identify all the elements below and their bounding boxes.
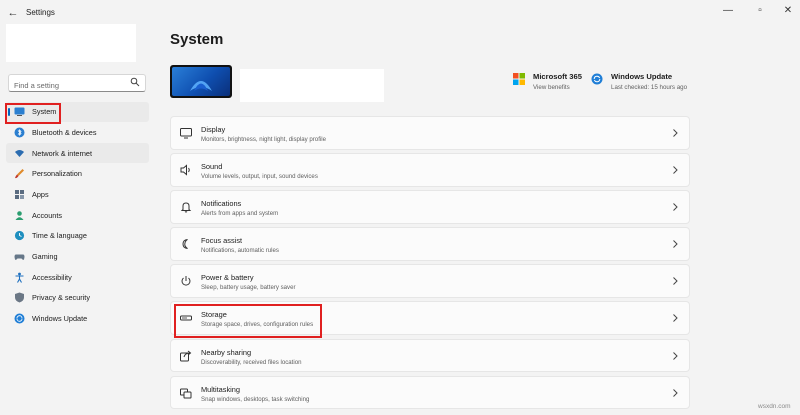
bell-icon <box>180 202 192 213</box>
sidebar-item-label: Apps <box>32 190 49 199</box>
sidebar-item-label: Accessibility <box>32 272 72 282</box>
person-icon <box>14 210 25 221</box>
sidebar-item-accessibility[interactable]: Accessibility <box>6 268 149 288</box>
selection-indicator <box>8 108 10 116</box>
bluetooth-icon <box>14 127 25 138</box>
sidebar-item-personalization[interactable]: Personalization <box>6 164 149 184</box>
setting-power-battery[interactable]: Power & battery Sleep, battery usage, ba… <box>170 264 690 298</box>
setting-sound[interactable]: Sound Volume levels, output, input, soun… <box>170 153 690 187</box>
power-icon <box>181 276 191 286</box>
setting-subtitle: Discoverability, received files location <box>201 358 302 366</box>
gamepad-icon <box>14 251 25 262</box>
setting-title: Storage <box>201 310 227 320</box>
moon-icon <box>182 239 188 250</box>
setting-multitasking[interactable]: Multitasking Snap windows, desktops, tas… <box>170 375 690 410</box>
globe-clock-icon <box>14 230 25 241</box>
setting-subtitle: Snap windows, desktops, task switching <box>201 395 310 403</box>
setting-subtitle: Storage space, drives, configuration rul… <box>201 321 314 329</box>
search-input[interactable] <box>9 77 126 94</box>
settings-list: Display Monitors, brightness, night ligh… <box>170 116 690 413</box>
chevron-right-icon <box>673 129 678 137</box>
chevron-right-icon <box>673 166 678 174</box>
sidebar-item-label: Personalization <box>32 169 82 179</box>
search-box[interactable] <box>8 74 146 94</box>
promo-subtitle: Last checked: 15 hours ago <box>611 84 688 91</box>
setting-title: Focus assist <box>201 236 243 246</box>
storage-drive-icon <box>180 315 192 321</box>
sidebar-item-label: Privacy & security <box>32 293 90 303</box>
setting-display[interactable]: Display Monitors, brightness, night ligh… <box>170 116 690 150</box>
sidebar-item-label: System <box>32 107 57 117</box>
sync-icon <box>591 73 603 85</box>
setting-storage[interactable]: Storage Storage space, drives, configura… <box>170 301 690 335</box>
promo-title: Microsoft 365 <box>533 72 582 81</box>
system-monitor-icon <box>14 106 25 117</box>
chevron-right-icon <box>673 277 678 286</box>
display-icon <box>180 128 192 139</box>
speaker-icon <box>180 164 190 176</box>
sidebar-item-gaming[interactable]: Gaming <box>6 247 149 267</box>
sidebar-item-label: Network & internet <box>32 148 93 158</box>
setting-title: Nearby sharing <box>201 347 252 357</box>
microsoft-logo-icon <box>513 73 525 85</box>
sidebar-item-windows-update[interactable]: Windows Update <box>6 309 149 329</box>
setting-title: Sound <box>201 162 223 172</box>
sidebar-item-label: Accounts <box>32 210 63 220</box>
setting-title: Notifications <box>201 199 242 209</box>
device-thumbnail <box>170 65 232 98</box>
setting-focus-assist[interactable]: Focus assist Notifications, automatic ru… <box>170 227 690 261</box>
multitasking-icon <box>180 388 192 399</box>
close-button[interactable]: ✕ <box>776 2 800 20</box>
sidebar-item-network[interactable]: Network & internet <box>6 143 149 163</box>
device-name-card <box>240 69 384 102</box>
search-icon[interactable] <box>130 77 140 87</box>
sidebar-item-privacy-security[interactable]: Privacy & security <box>6 288 149 308</box>
setting-notifications[interactable]: Notifications Alerts from apps and syste… <box>170 190 690 224</box>
account-card[interactable] <box>6 24 136 62</box>
setting-nearby-sharing[interactable]: Nearby sharing Discoverability, received… <box>170 338 690 373</box>
back-arrow-icon[interactable]: ← <box>6 6 20 20</box>
setting-title: Display <box>201 125 226 134</box>
setting-subtitle: Volume levels, output, input, sound devi… <box>201 173 318 181</box>
setting-subtitle: Alerts from apps and system <box>201 210 279 218</box>
setting-title: Multitasking <box>201 384 241 394</box>
apps-icon <box>14 189 25 200</box>
sidebar-item-bluetooth[interactable]: Bluetooth & devices <box>6 123 149 143</box>
chevron-right-icon <box>673 351 678 360</box>
chevron-right-icon <box>673 240 678 249</box>
setting-title: Power & battery <box>201 273 254 283</box>
shield-icon <box>14 292 25 303</box>
sidebar-nav: System Bluetooth & devices Network & int… <box>6 102 149 330</box>
share-icon <box>180 350 192 362</box>
chevron-right-icon <box>673 314 678 323</box>
page-title: System <box>170 31 224 48</box>
promo-title: Windows Update <box>611 72 673 81</box>
sidebar-item-apps[interactable]: Apps <box>6 185 149 205</box>
setting-subtitle: Notifications, automatic rules <box>201 247 279 255</box>
accessibility-icon <box>14 272 25 283</box>
promo-microsoft-365[interactable]: Microsoft 365 View benefits <box>513 72 582 91</box>
sidebar-item-label: Bluetooth & devices <box>32 127 97 137</box>
app-title: Settings <box>26 8 55 17</box>
sidebar-item-label: Time & language <box>32 231 87 241</box>
promo-subtitle: View benefits <box>533 84 570 91</box>
setting-subtitle: Sleep, battery usage, battery saver <box>201 284 296 292</box>
sidebar-item-time-language[interactable]: Time & language <box>6 226 149 246</box>
sidebar-item-label: Gaming <box>32 252 58 262</box>
watermark: wsxdn.com <box>758 403 791 410</box>
sidebar-item-system[interactable]: System <box>6 102 149 122</box>
maximize-button[interactable]: ▫ <box>748 2 772 20</box>
wifi-icon <box>14 148 25 159</box>
brush-icon <box>14 168 25 179</box>
chevron-right-icon <box>673 388 678 397</box>
windows-update-icon <box>14 313 25 324</box>
promo-windows-update[interactable]: Windows Update Last checked: 15 hours ag… <box>591 72 687 91</box>
sidebar-item-accounts[interactable]: Accounts <box>6 205 149 225</box>
sidebar-item-label: Windows Update <box>32 314 88 324</box>
minimize-button[interactable]: — <box>716 2 740 20</box>
setting-subtitle: Monitors, brightness, night light, displ… <box>201 136 326 143</box>
chevron-right-icon <box>673 203 678 212</box>
wallpaper-image <box>172 67 230 96</box>
